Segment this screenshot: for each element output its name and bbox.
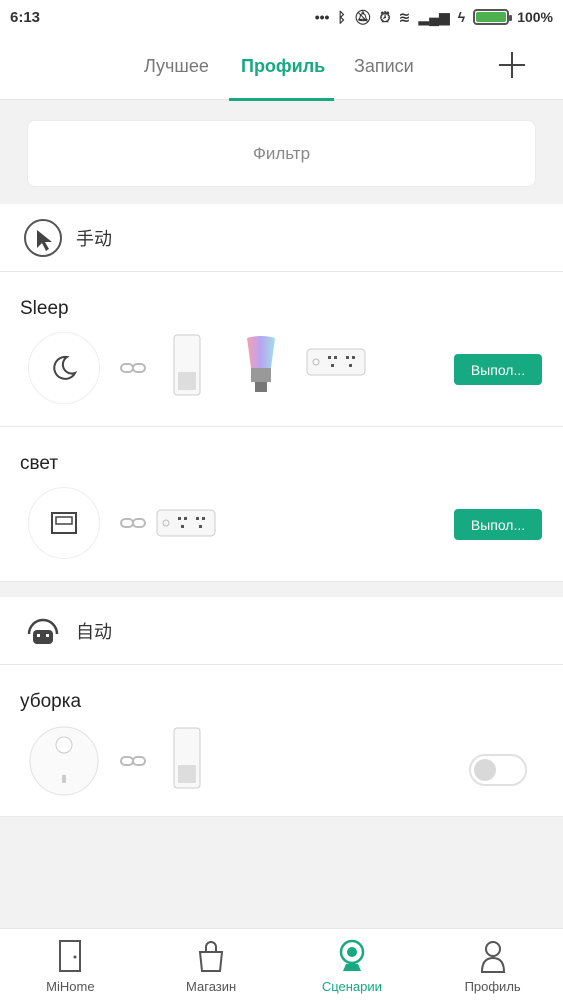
manual-section-label: 手动: [76, 228, 112, 249]
scene-name: Sleep: [20, 298, 69, 319]
add-scene-button[interactable]: [497, 50, 527, 80]
nav-profile[interactable]: Профиль: [422, 929, 563, 1000]
nav-scenes[interactable]: Сценарии: [282, 929, 423, 1000]
nav-mihome[interactable]: MiHome: [0, 929, 141, 1000]
tab-profile[interactable]: Профиль: [241, 56, 325, 77]
scene-display-icon: [28, 487, 100, 559]
charging-icon: ϟ: [457, 9, 466, 25]
nav-label: MiHome: [46, 979, 95, 994]
air-purifier-icon: [173, 727, 201, 789]
link-icon: [120, 518, 146, 528]
power-strip-icon: [156, 509, 216, 537]
power-strip-icon: [306, 348, 366, 376]
more-dots-icon: •••: [314, 9, 330, 25]
top-tabs: Лучшее Профиль Записи: [0, 34, 563, 101]
scene-name: свет: [20, 453, 59, 474]
status-bar: 6:13 ••• ᛒ 🔕︎ ⏰︎ ≋ ▂▄▆ ϟ 100%: [0, 0, 563, 34]
camera-icon: [339, 939, 365, 971]
link-icon: [120, 756, 146, 766]
shopping-bag-icon: [199, 941, 224, 972]
run-scene-button[interactable]: Выпол...: [454, 354, 542, 385]
manual-section-header: 手动: [0, 204, 563, 272]
scene-card[interactable]: Sleep Выпол...: [0, 272, 563, 427]
nav-store[interactable]: Магазин: [141, 929, 282, 1000]
active-tab-indicator: [229, 98, 334, 101]
user-icon: [480, 941, 505, 973]
auto-section-label: 自动: [76, 621, 112, 642]
mute-icon: 🔕︎: [353, 8, 372, 25]
auto-section: 自动 уборка: [0, 597, 563, 817]
bottom-nav: MiHome Магазин Сценарии Профиль: [0, 928, 563, 1000]
run-scene-button[interactable]: Выпол...: [454, 509, 542, 540]
scene-name: уборка: [20, 691, 82, 712]
robot-icon: [24, 612, 62, 650]
moon-icon: [28, 332, 100, 404]
wifi-icon: ≋: [398, 8, 411, 25]
auto-section-header: 自动: [0, 597, 563, 665]
tab-best[interactable]: Лучшее: [144, 56, 209, 77]
nav-label: Профиль: [464, 979, 521, 994]
alarm-icon: ⏰︎: [379, 8, 391, 25]
nav-label: Сценарии: [321, 979, 382, 994]
scene-card[interactable]: уборка: [0, 665, 563, 817]
robot-vacuum-icon: [28, 725, 100, 797]
cursor-click-icon: [24, 218, 62, 257]
link-icon: [120, 363, 146, 373]
status-time: 6:13: [10, 8, 41, 26]
battery-percent: 100%: [517, 9, 553, 25]
status-icons: ••• ᛒ 🔕︎ ⏰︎ ≋ ▂▄▆ ϟ 100%: [315, 9, 553, 26]
air-purifier-icon: [173, 334, 201, 396]
signal-icon: ▂▄▆: [418, 8, 450, 25]
nav-label: Магазин: [186, 979, 237, 994]
filter-button[interactable]: Фильтр: [27, 120, 536, 187]
battery-icon: [473, 9, 513, 25]
scene-enable-toggle[interactable]: [469, 754, 527, 786]
tab-records[interactable]: Записи: [354, 56, 414, 77]
manual-section: 手动 Sleep Выпол... свет Выпол...: [0, 204, 563, 582]
bluetooth-icon: ᛒ: [337, 9, 346, 25]
toggle-knob: [474, 759, 496, 781]
smart-bulb-icon: [244, 334, 278, 396]
door-icon: [59, 940, 82, 972]
scene-card[interactable]: свет Выпол...: [0, 427, 563, 582]
